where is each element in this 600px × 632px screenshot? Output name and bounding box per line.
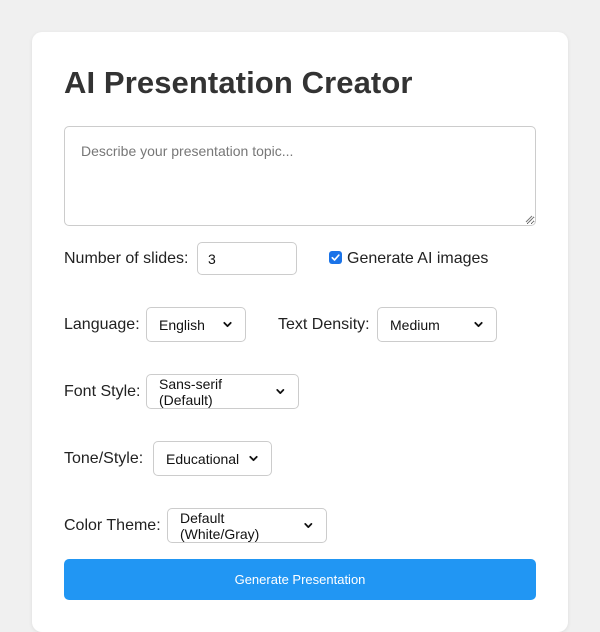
checkmark-icon (331, 254, 340, 261)
color-theme-selected: Default (White/Gray) (180, 509, 260, 542)
topic-input[interactable] (64, 126, 536, 226)
text-density-select[interactable]: Medium (377, 307, 497, 342)
font-style-select[interactable]: Sans-serif (Default) (146, 374, 299, 409)
tone-style-select[interactable]: Educational (153, 441, 272, 476)
font-style-label: Font Style: (64, 383, 141, 400)
page-title: AI Presentation Creator (64, 65, 413, 100)
chevron-down-icon (249, 455, 258, 462)
generate-images-checkbox[interactable] (329, 251, 342, 264)
language-selected: English (159, 316, 205, 333)
color-theme-label: Color Theme: (64, 517, 161, 534)
creator-card: AI Presentation Creator Number of slides… (32, 32, 568, 632)
font-style-selected: Sans-serif (Default) (159, 375, 223, 408)
chevron-down-icon (304, 523, 313, 528)
tone-style-selected: Educational (166, 450, 240, 467)
chevron-down-icon (276, 389, 285, 394)
generate-presentation-button[interactable]: Generate Presentation (64, 559, 536, 600)
generate-images-label[interactable]: Generate AI images (347, 250, 488, 268)
slides-count-input[interactable] (197, 242, 297, 275)
color-theme-select[interactable]: Default (White/Gray) (167, 508, 327, 543)
text-density-label: Text Density: (278, 316, 370, 333)
language-select[interactable]: English (146, 307, 246, 342)
slides-label: Number of slides: (64, 250, 189, 267)
chevron-down-icon (223, 321, 232, 328)
tone-style-label: Tone/Style: (64, 450, 144, 467)
text-density-selected: Medium (390, 316, 440, 333)
language-label: Language: (64, 316, 140, 333)
chevron-down-icon (474, 321, 483, 328)
